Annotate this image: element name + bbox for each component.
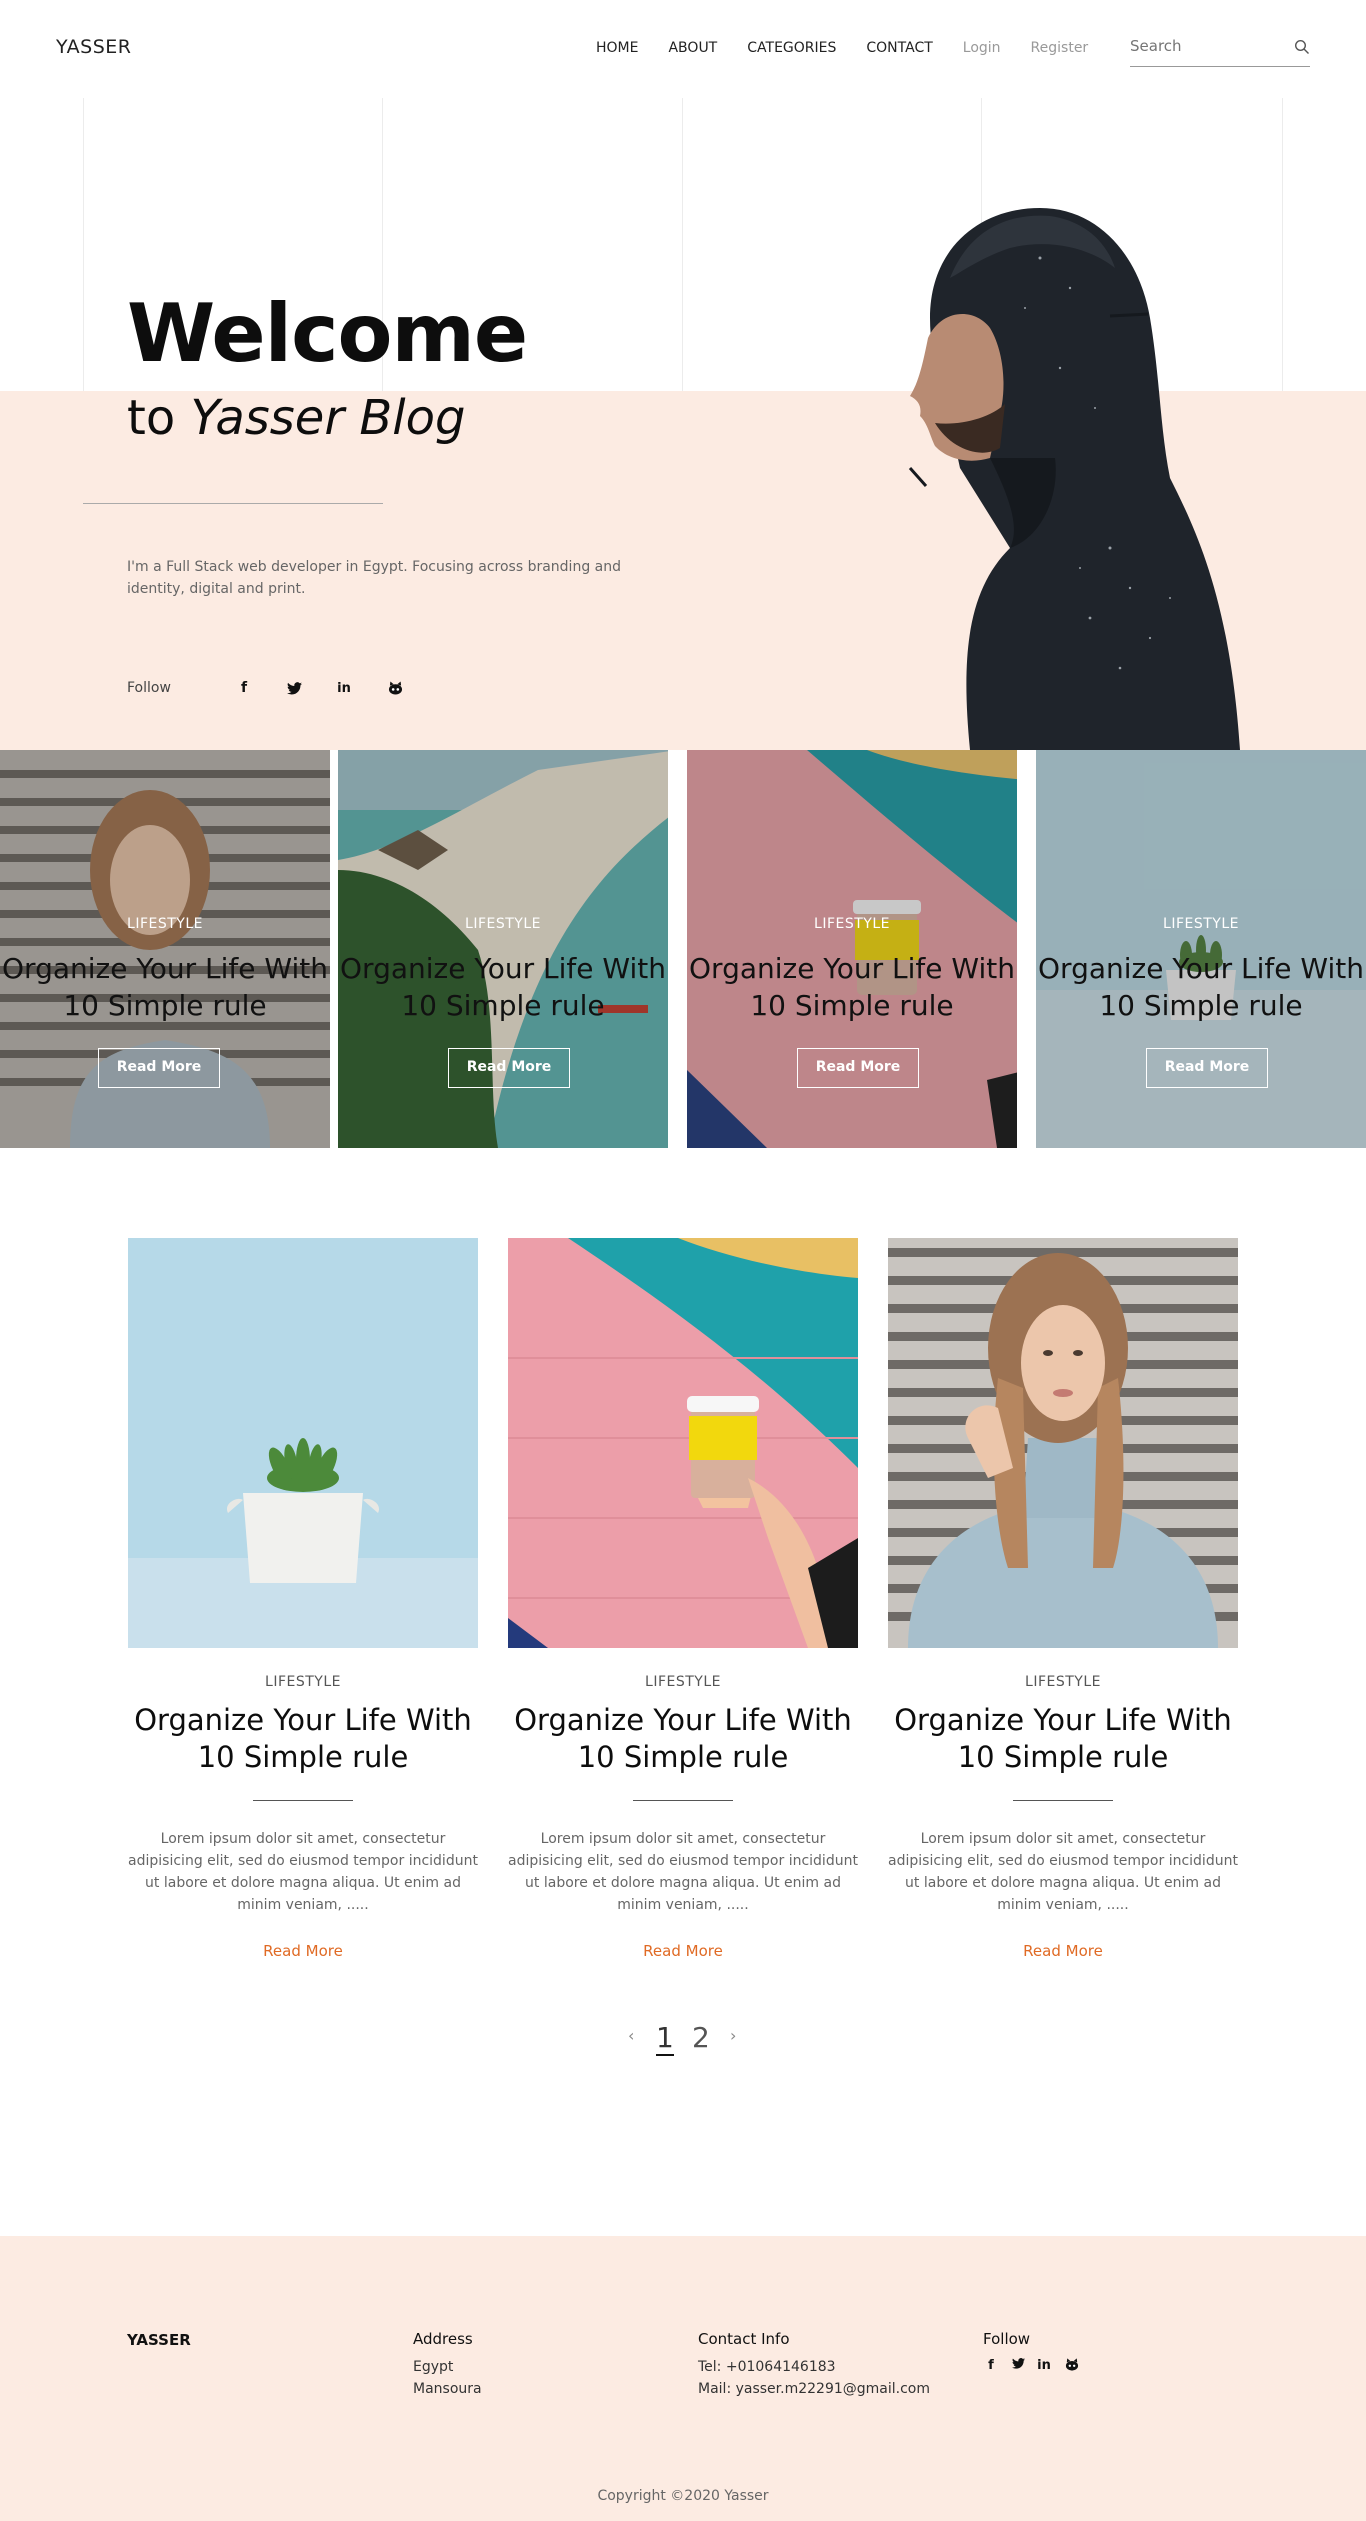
footer-address-line: Mansoura (413, 2381, 482, 2397)
featured-strip: LIFESTYLE Organize Your Life With 10 Sim… (0, 750, 1366, 1148)
coffee-cup-photo (508, 1238, 858, 1648)
hooded-man-photo (908, 208, 1240, 750)
read-more-link[interactable]: Read More (888, 1942, 1238, 1960)
top-navbar: YASSER HOME ABOUT CATEGORIES CONTACT Log… (0, 0, 1366, 98)
hero-section: Welcome to Yasser Blog I'm a Full Stack … (0, 98, 1366, 750)
read-more-button[interactable]: Read More (448, 1048, 570, 1088)
read-more-button[interactable]: Read More (797, 1048, 919, 1088)
read-more-button[interactable]: Read More (98, 1048, 220, 1088)
page-1-link[interactable]: 1 (656, 2022, 674, 2056)
linkedin-icon[interactable]: in (1034, 2358, 1054, 2373)
read-more-button[interactable]: Read More (1146, 1048, 1268, 1088)
nav-home[interactable]: HOME (596, 40, 638, 56)
post-category[interactable]: LIFESTYLE (888, 1674, 1238, 1690)
featured-title[interactable]: Organize Your Life With 10 Simple rule (0, 950, 330, 1024)
hero-divider (83, 503, 383, 504)
featured-title[interactable]: Organize Your Life With 10 Simple rule (338, 950, 668, 1024)
hero-subtitle-name: Yasser Blog (190, 390, 466, 446)
featured-card[interactable]: LIFESTYLE Organize Your Life With 10 Sim… (338, 750, 668, 1148)
post-excerpt: Lorem ipsum dolor sit amet, consectetur … (128, 1831, 478, 1913)
follow-label: Follow (127, 680, 171, 696)
grid-line (83, 98, 84, 391)
post-divider (253, 1800, 353, 1801)
post-title[interactable]: Organize Your Life With 10 Simple rule (128, 1702, 478, 1776)
footer-email[interactable]: Mail: yasser.m22291@gmail.com (698, 2378, 930, 2400)
footer-follow: Follow (983, 2330, 1030, 2356)
nav-about[interactable]: ABOUT (668, 40, 717, 56)
footer-follow-heading: Follow (983, 2330, 1031, 2348)
post-list: LIFESTYLE Organize Your Life With 10 Sim… (0, 1238, 1366, 1978)
post-excerpt: Lorem ipsum dolor sit amet, consectetur … (508, 1831, 858, 1913)
grid-line (1282, 98, 1283, 391)
post-image[interactable] (128, 1238, 478, 1648)
featured-card[interactable]: LIFESTYLE Organize Your Life With 10 Sim… (0, 750, 330, 1148)
tile-overlay (338, 750, 668, 1148)
post-image[interactable] (888, 1238, 1238, 1648)
read-more-link[interactable]: Read More (128, 1942, 478, 1960)
github-icon[interactable] (385, 678, 405, 698)
tile-overlay (0, 750, 330, 1148)
page-2-link[interactable]: 2 (692, 2022, 710, 2054)
copyright: Copyright ©2020 Yasser (597, 2488, 769, 2504)
featured-title[interactable]: Organize Your Life With 10 Simple rule (687, 950, 1017, 1024)
post-image[interactable] (508, 1238, 858, 1648)
featured-category[interactable]: LIFESTYLE (687, 916, 1017, 932)
featured-card[interactable]: LIFESTYLE Organize Your Life With 10 Sim… (1036, 750, 1366, 1148)
hero-title: Welcome (127, 287, 528, 380)
facebook-icon[interactable]: f (234, 678, 254, 698)
nav-login[interactable]: Login (963, 40, 1001, 56)
search-icon[interactable] (1294, 39, 1310, 55)
post-category[interactable]: LIFESTYLE (508, 1674, 858, 1690)
featured-category[interactable]: LIFESTYLE (1036, 916, 1366, 932)
plant-pot-photo (128, 1238, 478, 1648)
footer-address-line: Egypt (413, 2359, 454, 2375)
pagination: ‹ 1 2 › (620, 2022, 750, 2062)
footer-address: Address Egypt Mansoura (413, 2330, 482, 2400)
footer: YASSER Address Egypt Mansoura Contact In… (0, 2236, 1366, 2521)
site-logo[interactable]: YASSER (56, 36, 131, 58)
next-page-button[interactable]: › (730, 2026, 736, 2045)
github-icon[interactable] (1062, 2358, 1082, 2375)
featured-category[interactable]: LIFESTYLE (0, 916, 330, 932)
twitter-icon[interactable] (284, 678, 304, 698)
footer-contact-heading: Contact Info (698, 2330, 790, 2348)
linkedin-icon[interactable]: in (334, 678, 354, 698)
tile-overlay (687, 750, 1017, 1148)
search-box (1130, 33, 1310, 67)
featured-category[interactable]: LIFESTYLE (338, 916, 668, 932)
search-input[interactable] (1130, 37, 1280, 55)
nav-contact[interactable]: CONTACT (866, 40, 932, 56)
tile-overlay (1036, 750, 1366, 1148)
footer-phone[interactable]: Tel: +01064146183 (698, 2356, 930, 2378)
woman-portrait-photo (888, 1238, 1238, 1648)
grid-line (682, 98, 683, 391)
nav-register[interactable]: Register (1031, 40, 1089, 56)
facebook-icon[interactable]: f (981, 2358, 1001, 2373)
footer-brand[interactable]: YASSER (127, 2331, 191, 2349)
main-menu: HOME ABOUT CATEGORIES CONTACT Login Regi… (596, 40, 1118, 56)
hero-description: I'm a Full Stack web developer in Egypt.… (127, 559, 621, 597)
read-more-link[interactable]: Read More (508, 1942, 858, 1960)
nav-categories[interactable]: CATEGORIES (747, 40, 836, 56)
footer-address-heading: Address (413, 2330, 473, 2348)
featured-title[interactable]: Organize Your Life With 10 Simple rule (1036, 950, 1366, 1024)
hero-subtitle: to Yasser Blog (127, 394, 465, 442)
post-divider (633, 1800, 733, 1801)
post-category[interactable]: LIFESTYLE (128, 1674, 478, 1690)
twitter-icon[interactable] (1008, 2358, 1028, 2373)
featured-card[interactable]: LIFESTYLE Organize Your Life With 10 Sim… (687, 750, 1017, 1148)
post-divider (1013, 1800, 1113, 1801)
footer-contact: Contact Info Tel: +01064146183 Mail: yas… (698, 2330, 930, 2400)
post-title[interactable]: Organize Your Life With 10 Simple rule (508, 1702, 858, 1776)
post-title[interactable]: Organize Your Life With 10 Simple rule (888, 1702, 1238, 1776)
prev-page-button[interactable]: ‹ (628, 2026, 634, 2045)
hero-subtitle-prefix: to (127, 390, 176, 446)
post-excerpt: Lorem ipsum dolor sit amet, consectetur … (888, 1831, 1238, 1913)
